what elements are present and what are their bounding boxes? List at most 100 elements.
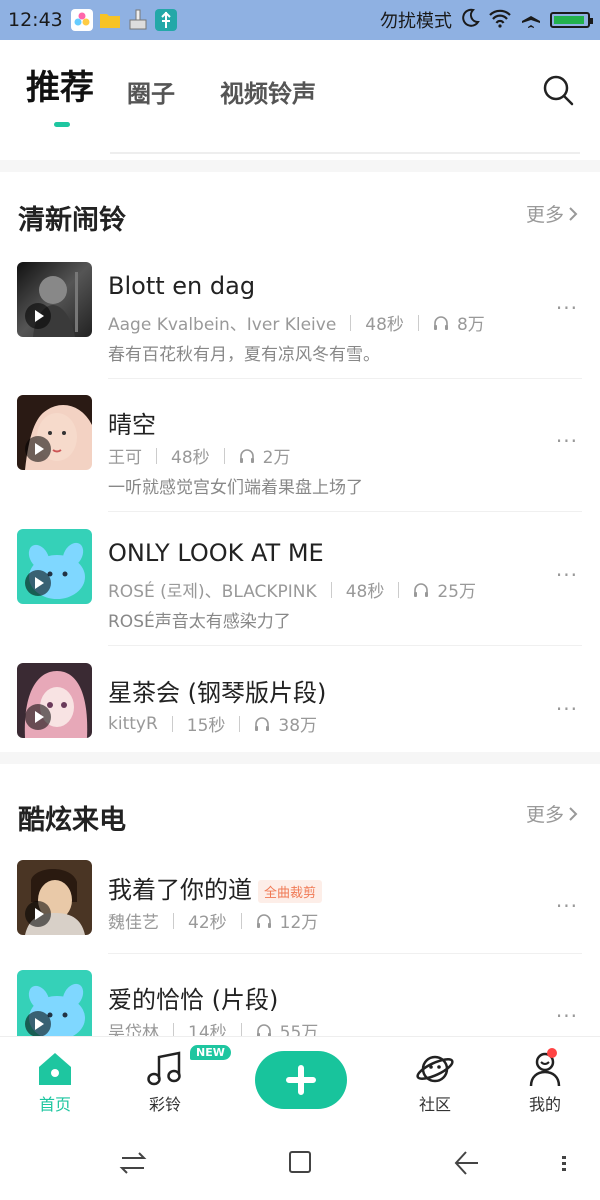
section-title-fresh-alarm: 清新闹铃 [18, 205, 126, 236]
plus-icon [286, 1065, 316, 1095]
tab-video-ringtone[interactable]: 视频铃声 [220, 74, 316, 109]
more-options-icon[interactable]: ··· [556, 894, 578, 918]
usb-icon [154, 9, 177, 31]
ringtone-item[interactable]: ONLY LOOK AT ME ROSÉ (로제)、BLACKPINK 48秒 … [0, 529, 600, 649]
duration: 48秒 [345, 582, 385, 602]
planet-icon [416, 1055, 454, 1083]
play-icon[interactable] [25, 704, 51, 730]
folder-icon [99, 9, 121, 31]
menu-icon[interactable] [556, 1148, 572, 1178]
cleaner-icon [127, 9, 149, 31]
dnd-label: 勿扰模式 [380, 11, 452, 32]
play-icon[interactable] [25, 1011, 51, 1037]
more-label: 更多 [525, 804, 564, 826]
more-options-icon[interactable]: ··· [556, 429, 578, 453]
nav-home-label: 首页 [38, 1095, 71, 1114]
cover-image [17, 262, 92, 337]
recent-apps-icon[interactable] [118, 1148, 148, 1178]
nav-profile[interactable]: 我的 [505, 1051, 585, 1115]
cover-image [17, 395, 92, 470]
nav-profile-label: 我的 [528, 1095, 561, 1114]
play-count: 8万 [456, 315, 485, 335]
more-link[interactable]: 更多 [526, 800, 578, 827]
more-options-icon[interactable]: ··· [556, 1004, 578, 1028]
music-note-icon [147, 1051, 181, 1086]
wifi-icon [488, 8, 512, 33]
nav-home[interactable]: 首页 [15, 1051, 95, 1115]
tab-indicator [54, 122, 70, 127]
divider [110, 152, 580, 154]
more-options-icon[interactable]: ··· [556, 563, 578, 587]
headphones-icon [239, 448, 255, 464]
artist: 王可 [108, 448, 142, 468]
chevron-right-icon [569, 806, 578, 821]
cover-image [17, 529, 92, 604]
tab-recommend[interactable]: 推荐 [26, 60, 94, 109]
play-icon[interactable] [25, 436, 51, 462]
artist: ROSÉ (로제)、BLACKPINK [108, 582, 317, 602]
divider [108, 645, 582, 646]
artist: kittyR [108, 713, 158, 734]
artist: Aage Kvalbein、Iver Kleive [108, 315, 337, 335]
more-options-icon[interactable]: ··· [556, 697, 578, 721]
ringtone-title-row: 我着了你的道 全曲裁剪 [108, 870, 323, 905]
new-badge: NEW [190, 1045, 231, 1060]
search-icon[interactable] [542, 74, 574, 106]
ringtone-item[interactable]: 晴空 王可 48秒 2万 一听就感觉宫女们端着果盘上场了 ··· [0, 395, 600, 515]
play-icon[interactable] [25, 901, 51, 927]
notification-dot [547, 1048, 557, 1058]
divider [108, 511, 582, 512]
play-count: 25万 [437, 582, 476, 602]
play-count: 2万 [262, 448, 291, 468]
ringtone-meta: kittyR 15秒 38万 [108, 711, 318, 737]
play-count: 38万 [278, 716, 318, 736]
home-button-icon[interactable] [286, 1148, 316, 1178]
headphones-icon [254, 716, 270, 732]
ringtone-item[interactable]: Blott en dag Aage Kvalbein、Iver Kleive 4… [0, 262, 600, 382]
ringtone-meta: Aage Kvalbein、Iver Kleive 48秒 8万 [108, 310, 485, 335]
nav-community-label: 社区 [418, 1095, 451, 1114]
status-time: 12:43 [8, 9, 63, 31]
more-label: 更多 [525, 204, 564, 226]
divider [108, 953, 582, 954]
cover-image [17, 663, 92, 738]
more-link[interactable]: 更多 [526, 200, 578, 227]
ringtone-title: 爱的恰恰 (片段) [108, 986, 279, 1014]
tab-circle[interactable]: 圈子 [127, 74, 175, 109]
add-button[interactable] [255, 1051, 347, 1109]
chevron-right-icon [569, 206, 578, 221]
more-options-icon[interactable]: ··· [556, 296, 578, 320]
artist: 魏佳艺 [108, 913, 159, 933]
divider [108, 378, 582, 379]
headphones-icon [413, 582, 429, 598]
play-icon[interactable] [25, 303, 51, 329]
play-count: 12万 [279, 913, 319, 933]
nav-community[interactable]: 社区 [395, 1051, 475, 1115]
status-bar: 12:43 勿扰模式 [0, 0, 600, 40]
section-title-cool-ringtone: 酷炫来电 [18, 805, 126, 836]
photos-app-icon [70, 9, 93, 31]
ringtone-meta: ROSÉ (로제)、BLACKPINK 48秒 25万 [108, 577, 476, 602]
cover-image [17, 860, 92, 935]
back-icon[interactable] [452, 1148, 482, 1178]
duration: 48秒 [171, 448, 210, 468]
ringtone-item[interactable]: 星茶会 (钢琴版片段) kittyR 15秒 38万 ··· [0, 663, 600, 783]
ringtone-title: 星茶会 (钢琴版片段) [108, 679, 327, 707]
ringtone-title: 我着了你的道 [108, 876, 252, 904]
headphones-icon [256, 913, 272, 929]
ringtone-meta: 王可 48秒 2万 [108, 443, 290, 468]
moon-icon [460, 8, 480, 33]
full-cut-badge: 全曲裁剪 [258, 879, 323, 903]
battery-icon [550, 12, 593, 28]
ringtone-item[interactable]: 我着了你的道 全曲裁剪 魏佳艺 42秒 12万 ··· [0, 860, 600, 980]
airplane-icon [520, 7, 542, 34]
ringtone-desc: 春有百花秋有月，夏有凉风冬有雪。 [108, 345, 380, 365]
person-icon [529, 1052, 561, 1087]
duration: 48秒 [365, 315, 404, 335]
ringtone-title: 晴空 [108, 411, 156, 439]
nav-cailing[interactable]: 彩铃 [125, 1051, 205, 1115]
system-nav-bar [0, 1124, 600, 1200]
play-icon[interactable] [25, 570, 51, 596]
cover-image [17, 970, 92, 1045]
ringtone-title: Blott en dag [108, 272, 256, 300]
